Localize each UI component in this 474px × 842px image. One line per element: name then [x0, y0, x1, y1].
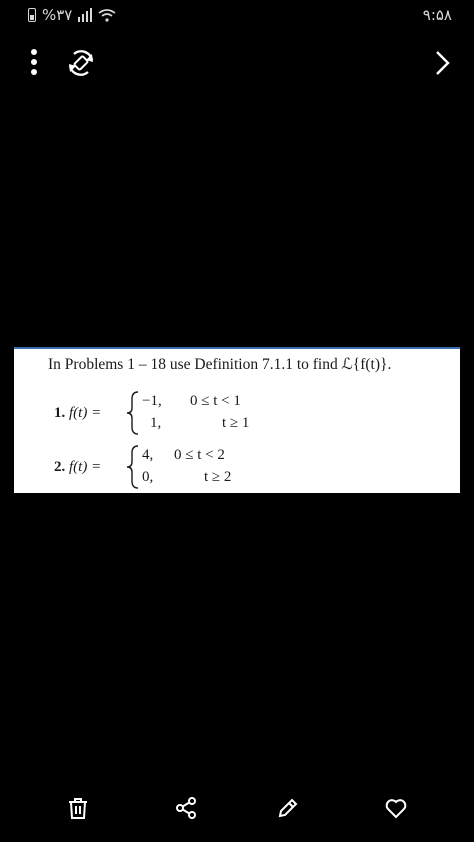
trash-icon[interactable]	[66, 796, 90, 820]
edit-icon[interactable]	[276, 796, 300, 820]
problem-function: f(t) =	[69, 405, 102, 421]
case-value: −1,	[142, 393, 162, 409]
case-condition: t ≥ 1	[222, 415, 250, 431]
problem-number: 2.	[54, 459, 66, 475]
chevron-right-icon[interactable]	[432, 48, 452, 78]
rotate-icon[interactable]	[66, 48, 96, 78]
more-vertical-icon[interactable]	[24, 48, 44, 76]
problem-function: f(t) =	[69, 459, 102, 475]
left-brace	[126, 391, 139, 435]
status-left: %۳۷	[28, 6, 116, 24]
bottom-action-bar	[0, 788, 474, 832]
problem-label: 2. f(t) =	[54, 459, 101, 476]
problem-label: 1. f(t) =	[54, 405, 101, 422]
heart-icon[interactable]	[384, 796, 408, 820]
battery-icon	[28, 8, 36, 22]
battery-percent: %۳۷	[42, 6, 73, 24]
status-bar: %۳۷ ۹:۵۸	[0, 0, 474, 30]
status-time: ۹:۵۸	[422, 6, 452, 24]
signal-icon	[78, 8, 93, 22]
case-condition: t ≥ 2	[204, 469, 232, 485]
left-brace	[126, 445, 139, 489]
problems-heading: In Problems 1 – 18 use Definition 7.1.1 …	[48, 356, 392, 373]
case-value: 1,	[150, 415, 162, 431]
case-condition: 0 ≤ t < 2	[174, 447, 225, 463]
problem-number: 1.	[54, 405, 66, 421]
case-value: 0,	[142, 469, 154, 485]
case-condition: 0 ≤ t < 1	[190, 393, 241, 409]
share-icon[interactable]	[174, 796, 198, 820]
document-image: In Problems 1 – 18 use Definition 7.1.1 …	[14, 347, 460, 493]
case-value: 4,	[142, 447, 154, 463]
top-toolbar	[0, 40, 474, 84]
wifi-icon	[98, 9, 116, 22]
